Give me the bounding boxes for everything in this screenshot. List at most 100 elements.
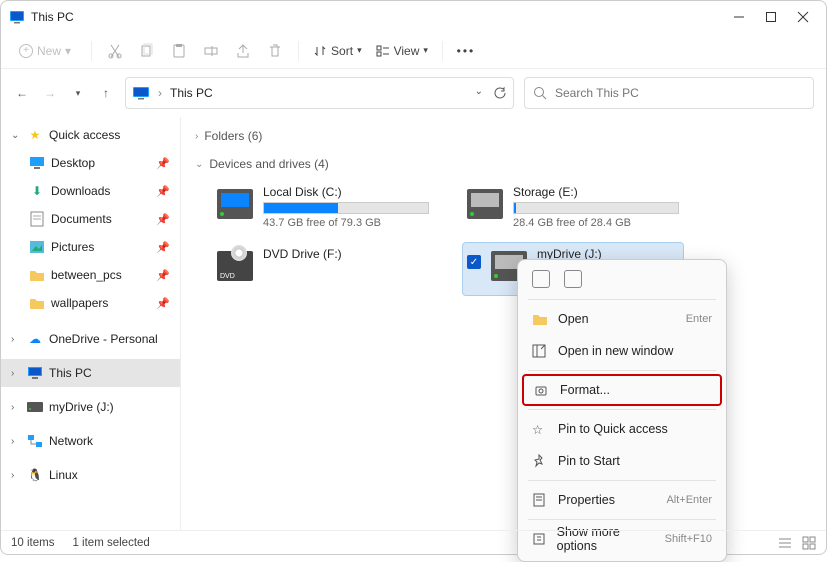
chevron-down-icon: ⌄ [11,130,21,141]
pin-icon: 📌 [156,185,170,198]
sidebar-item-downloads[interactable]: ⬇ Downloads 📌 [1,177,180,205]
sidebar-item-pictures[interactable]: Pictures 📌 [1,233,180,261]
navigation-pane: ⌄ ★ Quick access Desktop 📌 ⬇ Downloads 📌… [1,117,181,530]
drive-capacity-bar [513,202,679,214]
content-pane: › Folders (6) ⌄ Devices and drives (4) L… [181,117,826,530]
window-icon [532,344,548,358]
pin-icon: 📌 [156,269,170,282]
pin-icon: 📌 [156,213,170,226]
ctx-shortcut: Alt+Enter [666,494,712,506]
rename-icon[interactable] [202,42,220,60]
copy-icon[interactable] [532,270,550,288]
paste-icon[interactable] [170,42,188,60]
drive-capacity-bar [263,202,429,214]
sidebar-quick-access[interactable]: ⌄ ★ Quick access [1,121,180,149]
this-pc-icon [27,365,43,381]
ctx-shortcut: Enter [686,313,712,325]
sidebar-onedrive[interactable]: › ☁ OneDrive - Personal [1,325,180,353]
view-button[interactable]: View ▾ [376,44,428,58]
ctx-label: Pin to Start [558,454,620,468]
sidebar-this-pc[interactable]: › This PC [1,359,180,387]
delete-icon[interactable] [266,42,284,60]
checkbox-icon[interactable]: ✓ [467,255,481,269]
drive-item[interactable]: Storage (E:) 28.4 GB free of 28.4 GB [463,181,683,233]
chevron-right-icon: › [11,334,21,345]
title-bar: This PC [1,1,826,33]
drive-name: Local Disk (C:) [263,185,429,202]
drive-free-text: 43.7 GB free of 79.3 GB [263,217,429,229]
chevron-right-icon: › [11,470,21,481]
ctx-properties[interactable]: Properties Alt+Enter [522,484,722,516]
cut-icon[interactable] [106,42,124,60]
drive-item[interactable]: Local Disk (C:) 43.7 GB free of 79.3 GB [213,181,433,233]
maximize-button[interactable] [764,10,778,24]
address-bar[interactable]: › This PC ⌄ [125,77,514,109]
sidebar-item-desktop[interactable]: Desktop 📌 [1,149,180,177]
ctx-label: Format... [560,383,610,397]
sort-button[interactable]: Sort ▾ [313,44,362,58]
ctx-open[interactable]: Open Enter [522,303,722,335]
sidebar-item-folder[interactable]: between_pcs 📌 [1,261,180,289]
sidebar-item-label: This PC [49,366,170,380]
close-button[interactable] [796,10,810,24]
sidebar-mydrive[interactable]: › myDrive (J:) [1,393,180,421]
chevron-right-icon: › [158,86,162,100]
chevron-down-icon: ▾ [65,44,71,58]
recent-dropdown[interactable]: ▾ [69,88,87,99]
ctx-label: Properties [558,493,615,507]
properties-icon [532,493,548,507]
ctx-pin-start[interactable]: Pin to Start [522,445,722,477]
rename-icon[interactable] [564,270,582,288]
context-menu: Open Enter Open in new window Format... … [517,259,727,562]
tiles-view-button[interactable] [802,536,816,550]
refresh-button[interactable] [493,86,507,100]
sidebar-item-label: OneDrive - Personal [49,332,170,346]
sidebar-item-label: Quick access [49,128,170,142]
chevron-down-icon: ▾ [357,45,362,56]
sidebar-item-label: Downloads [51,184,150,198]
drive-icon [27,399,43,415]
linux-icon: 🐧 [27,467,43,483]
pin-icon: 📌 [156,241,170,254]
view-label: View [394,44,420,58]
network-icon [27,433,43,449]
downloads-icon: ⬇ [29,183,45,199]
drive-icon [467,189,503,219]
share-icon[interactable] [234,42,252,60]
format-icon [534,383,550,397]
back-button[interactable]: ← [13,86,31,100]
more-icon[interactable]: ••• [457,42,475,60]
ctx-label: Open in new window [558,344,673,358]
pin-icon [532,454,548,468]
chevron-down-icon: ▾ [423,45,428,56]
group-folders[interactable]: › Folders (6) [195,125,812,147]
ctx-open-new-window[interactable]: Open in new window [522,335,722,367]
ctx-pin-quick-access[interactable]: ☆ Pin to Quick access [522,413,722,445]
sidebar-item-documents[interactable]: Documents 📌 [1,205,180,233]
chevron-right-icon: › [195,131,198,142]
search-input[interactable] [555,86,805,100]
desktop-icon [29,155,45,171]
up-button[interactable]: ↑ [97,86,115,100]
sidebar-item-folder[interactable]: wallpapers 📌 [1,289,180,317]
search-box[interactable] [524,77,814,109]
address-dropdown-icon[interactable]: ⌄ [475,86,483,100]
sidebar-item-label: between_pcs [51,268,150,282]
chevron-right-icon: › [11,402,21,413]
drive-item[interactable]: DVD Drive (F:) [213,243,433,295]
ctx-format[interactable]: Format... [522,374,722,406]
sidebar-item-label: wallpapers [51,296,150,310]
chevron-down-icon: ⌄ [195,159,203,170]
address-segment[interactable]: This PC [170,86,213,100]
minimize-button[interactable] [732,10,746,24]
group-drives[interactable]: ⌄ Devices and drives (4) [195,153,812,175]
details-view-button[interactable] [778,536,792,550]
new-button[interactable]: + New ▾ [13,41,77,61]
sidebar-item-label: Desktop [51,156,150,170]
sidebar-linux[interactable]: › 🐧 Linux [1,461,180,489]
pictures-icon [29,239,45,255]
new-button-label: New [37,44,61,58]
copy-icon[interactable] [138,42,156,60]
forward-button[interactable]: → [41,86,59,100]
sidebar-network[interactable]: › Network [1,427,180,455]
